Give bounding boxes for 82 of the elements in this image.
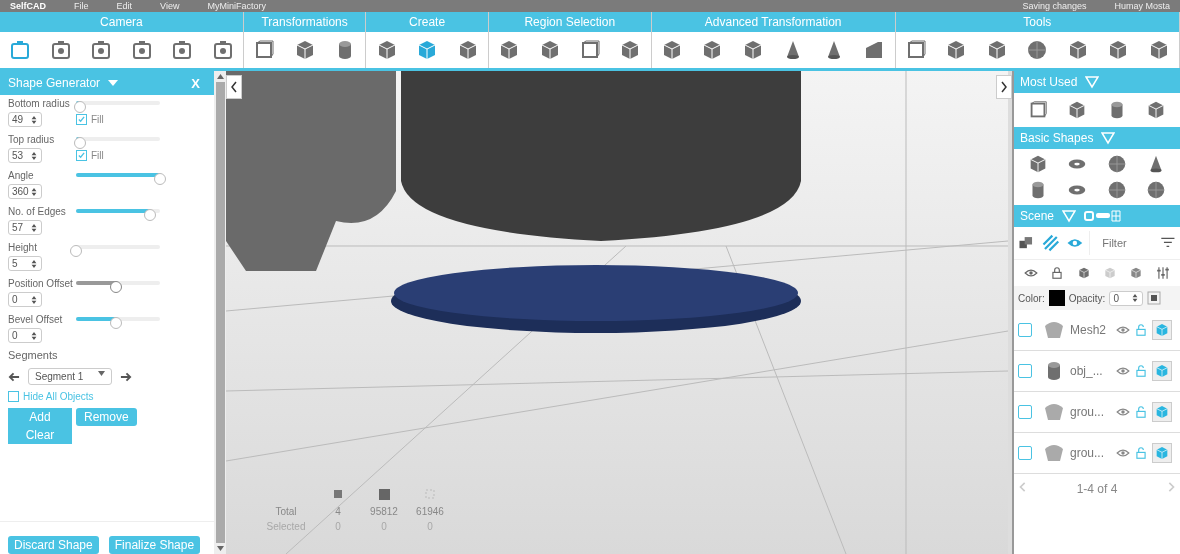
spinner-arrows-icon[interactable] <box>1131 294 1140 302</box>
scene-object-row[interactable]: Mesh2 <box>1014 310 1180 351</box>
lock-icon[interactable] <box>1050 266 1065 280</box>
number-input[interactable]: 5 <box>8 256 42 271</box>
toolbar-group-label: Camera <box>0 12 243 32</box>
save-status: Saving changes <box>1022 0 1087 12</box>
section-title: Most Used <box>1020 75 1078 89</box>
fill-checkbox[interactable]: Fill <box>76 112 206 127</box>
object-name: obj_... <box>1070 364 1104 378</box>
panel-title: Shape Generator <box>8 76 101 90</box>
toolbar-group-label: Region Selection <box>488 12 651 32</box>
sliders-icon[interactable] <box>1155 266 1170 280</box>
object-count-icon[interactable] <box>333 489 343 499</box>
toolbar-group-label: Advanced Transformation <box>651 12 895 32</box>
number-input[interactable]: 0 <box>8 328 42 343</box>
spinner-arrows-icon[interactable] <box>30 295 38 304</box>
collapse-right-button[interactable] <box>996 75 1012 99</box>
menu-item[interactable]: MyMiniFactory <box>207 0 266 12</box>
number-input[interactable]: 360 <box>8 184 42 199</box>
collapse-left-button[interactable] <box>226 75 242 99</box>
scroll-down-icon[interactable] <box>216 546 224 551</box>
cube-icon[interactable] <box>1129 266 1144 280</box>
object-checkbox[interactable] <box>1018 364 1032 378</box>
section-title: Scene <box>1020 209 1055 223</box>
menu-item[interactable]: File <box>74 0 89 12</box>
checkmark-icon <box>78 116 85 123</box>
param-label: Top radius <box>8 133 56 146</box>
fill-checkbox[interactable]: Fill <box>76 148 206 163</box>
color-swatch[interactable] <box>1048 290 1065 306</box>
pager-text: 1-4 of 4 <box>1076 482 1118 496</box>
param-label: Height <box>8 241 38 254</box>
hide-all-checkbox[interactable]: Hide All Objects <box>8 391 206 402</box>
scene-object-row[interactable]: grou... <box>1014 392 1180 433</box>
chevron-right-icon <box>1000 81 1008 93</box>
stats-row-label: Total <box>274 506 298 517</box>
chevron-left-icon <box>230 81 238 93</box>
right-arrow-icon[interactable] <box>120 370 132 383</box>
object-name: grou... <box>1070 446 1106 460</box>
param-label: Angle <box>8 169 35 182</box>
segments-label: Segments <box>8 349 59 362</box>
spinner-arrows-icon[interactable] <box>30 151 38 160</box>
object-name: Mesh2 <box>1070 323 1108 337</box>
toolbar-group-label: Transformations <box>243 12 366 32</box>
menu-item[interactable]: View <box>160 0 180 12</box>
color-label: Color: <box>1018 292 1045 304</box>
spinner-arrows-icon[interactable] <box>30 187 38 196</box>
opacity-input[interactable]: 0 <box>1109 290 1144 306</box>
scrollbar[interactable] <box>214 71 226 554</box>
number-input[interactable]: 57 <box>8 220 42 235</box>
object-name: grou... <box>1070 405 1106 419</box>
checkmark-icon <box>78 152 85 159</box>
spinner-arrows-icon[interactable] <box>30 223 38 232</box>
scroll-up-icon[interactable] <box>216 74 224 79</box>
param-label: Bevel Offset <box>8 313 64 326</box>
spinner-arrows-icon[interactable] <box>30 331 38 340</box>
opacity-label: Opacity: <box>1068 292 1106 304</box>
dropdown-caret-icon <box>98 371 105 376</box>
face-count-icon[interactable] <box>378 489 390 500</box>
left-arrow-icon[interactable] <box>8 370 20 383</box>
object-checkbox[interactable] <box>1018 405 1032 419</box>
segment-dropdown[interactable]: Segment 1 <box>28 368 112 385</box>
app-logo[interactable]: SelfCAD <box>10 0 46 12</box>
square-icon[interactable] <box>1147 291 1162 305</box>
user-name[interactable]: Humay Mosta <box>1114 0 1170 12</box>
param-label: Bottom radius <box>8 97 70 110</box>
cube-icon[interactable] <box>1076 266 1091 280</box>
stats-value: 61946 <box>415 506 445 517</box>
stats-value: 95812 <box>369 506 399 517</box>
number-input[interactable]: 53 <box>8 148 42 163</box>
object-checkbox[interactable] <box>1018 446 1032 460</box>
spinner-arrows-icon[interactable] <box>30 259 38 268</box>
number-input[interactable]: 49 <box>8 112 42 127</box>
param-label: No. of Edges <box>8 205 67 218</box>
spinner-arrows-icon[interactable] <box>30 115 38 124</box>
scene-object-row[interactable]: grou... <box>1014 433 1180 474</box>
stats-value: 4 <box>334 506 342 517</box>
toolbar-group-label: Tools <box>895 12 1179 32</box>
object-checkbox[interactable] <box>1018 323 1032 337</box>
section-title: Basic Shapes <box>1020 131 1094 145</box>
toolbar-group-label: Create <box>366 12 488 32</box>
scene-object-row[interactable]: obj_... <box>1014 351 1180 392</box>
menu-item[interactable]: Edit <box>116 0 133 12</box>
